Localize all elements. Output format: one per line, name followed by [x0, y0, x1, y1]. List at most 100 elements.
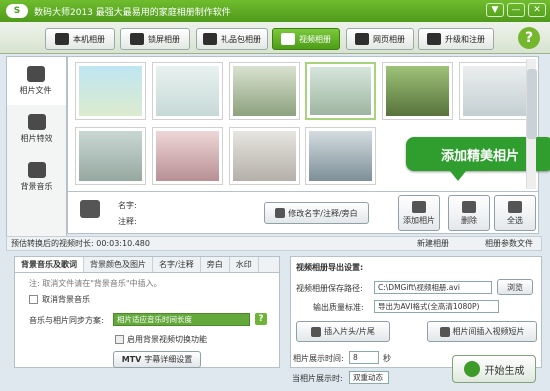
- help-icon[interactable]: ?: [255, 313, 267, 325]
- sidebar-item-label: 背景音乐: [20, 182, 53, 191]
- title-bar: S 数码大师2013 最强大最易用的家庭相册制作软件 ▼ — ✕: [0, 0, 550, 22]
- cancel-music-checkbox[interactable]: [29, 295, 38, 304]
- tab-background[interactable]: 背景颜色及图片: [84, 257, 153, 272]
- status-bar: 预估转换后的视频时长: 00:03:10.480 新建相册 相册参数文件: [6, 236, 542, 251]
- delete-icon: [462, 200, 476, 213]
- camera-icon: [80, 200, 100, 218]
- album-settings-menu[interactable]: 相册参数文件: [485, 238, 533, 249]
- tab-label: 锁屏相册: [148, 34, 180, 44]
- button-label: 删除: [461, 215, 477, 225]
- photo-thumbnail[interactable]: [459, 62, 530, 120]
- tab-label: 礼品包相册: [221, 34, 261, 44]
- tab-label: 本机相册: [73, 34, 105, 44]
- add-photo-icon: [412, 200, 426, 213]
- settings-tabs: 背景音乐及歌词 背景颜色及图片 名字/注释 旁白 水印: [15, 257, 279, 273]
- cancel-music-label: 取消背景音乐: [42, 295, 90, 304]
- button-label: 字幕详细设置: [144, 355, 193, 364]
- button-label: 开始生成: [484, 365, 525, 377]
- photo-thumbnail[interactable]: [305, 62, 376, 120]
- export-title: 视频相册导出设置:: [296, 263, 364, 272]
- tab-label: 视频相册: [299, 34, 331, 44]
- insert-header-footer-button[interactable]: 插入片头/片尾: [296, 321, 390, 342]
- close-icon[interactable]: ✕: [528, 3, 546, 17]
- insert-video-button[interactable]: 相片间插入视频短片: [427, 321, 537, 342]
- sidebar-item-label: 相片特效: [20, 134, 53, 143]
- button-label: 全选: [507, 215, 523, 225]
- tab-watermark[interactable]: 水印: [230, 257, 259, 272]
- webpage-icon: [355, 33, 369, 45]
- photo-thumbnail[interactable]: [75, 62, 146, 120]
- main-tabs: 本机相册 锁屏相册 礼品包相册 视频相册 网页相册 升级和注册 ?: [0, 22, 550, 54]
- minimize-icon[interactable]: —: [507, 3, 525, 17]
- sidebar-item-photo-effects[interactable]: 相片特效: [7, 105, 66, 153]
- path-input[interactable]: C:\DMGift\视频相册.avi: [374, 281, 492, 294]
- export-settings-panel: 视频相册导出设置: 视频相册保存路径: C:\DMGift\视频相册.avi 浏…: [290, 256, 542, 368]
- photo-gallery: 添加精美相片: [67, 56, 550, 192]
- sidebar: 相片文件 相片特效 背景音乐: [6, 56, 67, 248]
- window-controls: ▼ — ✕: [486, 3, 546, 17]
- photo-thumbnail[interactable]: [382, 62, 453, 120]
- subtitle-settings-button[interactable]: MTV 字幕详细设置: [113, 351, 201, 368]
- select-all-icon: [508, 200, 522, 213]
- tab-gift-album[interactable]: 礼品包相册: [196, 28, 268, 50]
- duration-input[interactable]: 8: [349, 351, 379, 364]
- tab-upgrade[interactable]: 升级和注册: [418, 28, 494, 50]
- effect-select[interactable]: 双重动态: [349, 371, 389, 384]
- photo-thumbnail[interactable]: [152, 127, 223, 185]
- tab-video-album[interactable]: 视频相册: [272, 28, 340, 50]
- monitor-icon: [130, 33, 144, 45]
- photo-thumbnail[interactable]: [152, 62, 223, 120]
- tab-music-lyrics[interactable]: 背景音乐及歌词: [15, 257, 84, 272]
- scrollbar-thumb[interactable]: [527, 69, 537, 139]
- gift-icon: [203, 33, 217, 45]
- button-label: 插入片头/片尾: [324, 327, 375, 336]
- sidebar-item-photo-files[interactable]: 相片文件: [7, 57, 66, 105]
- sparkle-icon: [27, 114, 46, 130]
- quality-label: 输出质量标准:: [313, 303, 364, 312]
- select-all-button[interactable]: 全选: [494, 195, 536, 231]
- effect-label: 当相片展示时:: [292, 374, 343, 383]
- tab-label: 网页相册: [373, 34, 405, 44]
- help-button[interactable]: ?: [518, 27, 540, 49]
- dropdown-icon[interactable]: ▼: [486, 3, 504, 17]
- photo-thumbnail[interactable]: [305, 127, 376, 185]
- gallery-scrollbar[interactable]: [526, 59, 537, 189]
- sync-select[interactable]: 相片适应音乐时间长度: [113, 313, 250, 326]
- path-label: 视频相册保存路径:: [296, 284, 363, 293]
- transition-label: 启用背景视频切换功能: [127, 335, 207, 344]
- camera-icon: [26, 66, 45, 82]
- sidebar-item-background-music[interactable]: 背景音乐: [7, 153, 66, 201]
- music-note: 注: 取消文件请在"背景音乐"中插入。: [29, 279, 162, 288]
- browse-button[interactable]: 浏览: [497, 279, 533, 295]
- mtv-label: MTV: [121, 355, 142, 364]
- film-icon: [311, 326, 322, 337]
- add-photo-button[interactable]: 添加相片: [398, 195, 440, 231]
- quality-select[interactable]: 导出为AVI格式(全高清1080P): [374, 300, 499, 313]
- new-album-link[interactable]: 新建相册: [417, 238, 449, 249]
- edit-name-note-button[interactable]: 修改名字/注释/旁白: [264, 202, 369, 224]
- video-clip-icon: [439, 326, 450, 337]
- photo-thumbnail[interactable]: [229, 127, 300, 185]
- music-settings-panel: 背景音乐及歌词 背景颜色及图片 名字/注释 旁白 水印 注: 取消文件请在"背景…: [14, 256, 280, 368]
- tab-local-album[interactable]: 本机相册: [45, 28, 115, 50]
- button-label: 添加相片: [403, 215, 435, 225]
- duration-label: 相片展示时间:: [293, 354, 344, 363]
- computer-icon: [55, 33, 69, 45]
- tab-web-album[interactable]: 网页相册: [346, 28, 414, 50]
- film-icon: [281, 33, 295, 45]
- transition-checkbox[interactable]: [115, 335, 124, 344]
- play-icon: [463, 361, 480, 377]
- tab-name-note[interactable]: 名字/注释: [153, 257, 201, 272]
- duration-unit: 秒: [383, 354, 391, 363]
- sync-label: 音乐与相片同步方案:: [29, 316, 104, 325]
- upgrade-icon: [427, 33, 441, 45]
- photo-thumbnail[interactable]: [229, 62, 300, 120]
- note-label: 注释:: [118, 217, 137, 226]
- tab-lockscreen-album[interactable]: 锁屏相册: [120, 28, 190, 50]
- photo-thumbnail[interactable]: [75, 127, 146, 185]
- start-generate-button[interactable]: 开始生成: [452, 355, 536, 383]
- delete-button[interactable]: 删除: [448, 195, 490, 231]
- tab-narration[interactable]: 旁白: [201, 257, 230, 272]
- name-label: 名字:: [118, 201, 137, 210]
- edit-icon: [275, 208, 286, 218]
